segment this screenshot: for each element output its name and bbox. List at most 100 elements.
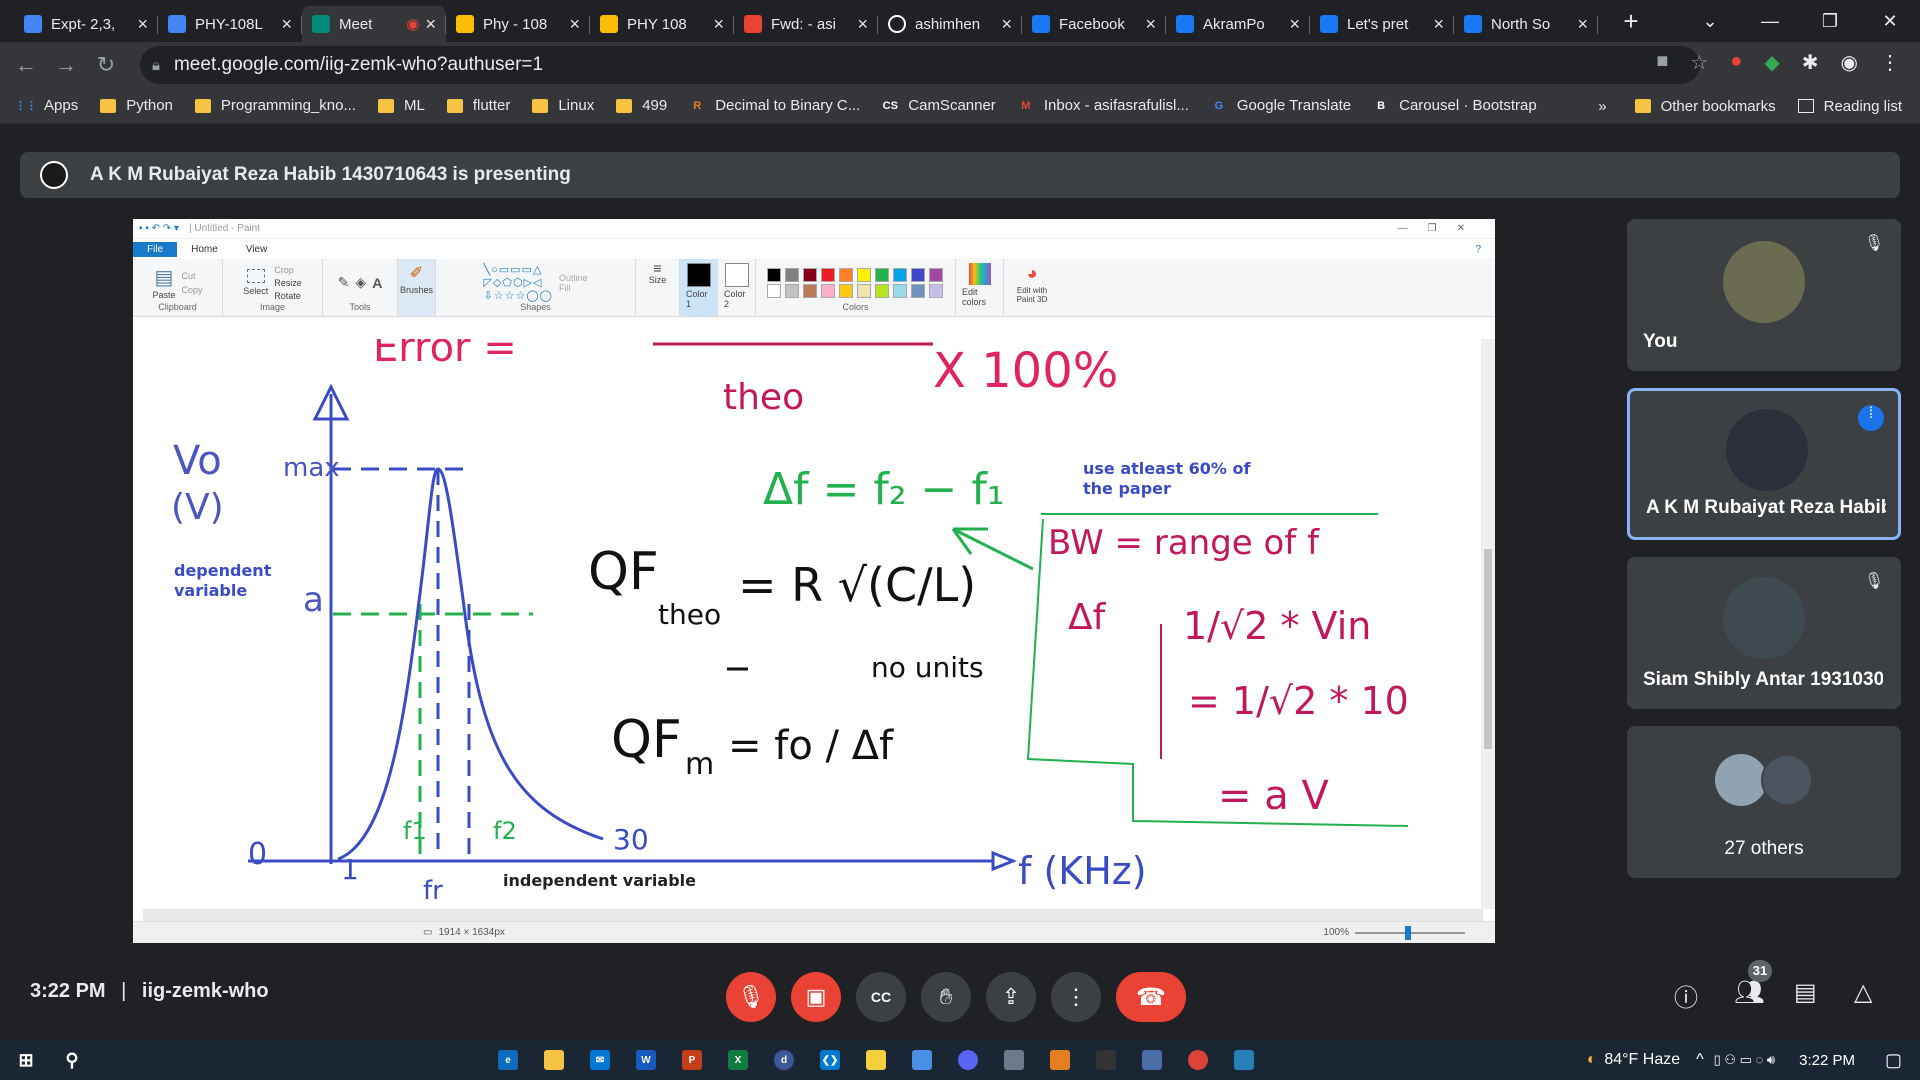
forward-button[interactable]: →	[46, 52, 86, 78]
bookmark-inbox-asifasrafulisl[interactable]: M Inbox - asifasrafulisl...	[1018, 97, 1189, 114]
close-tab-icon[interactable]: ×	[569, 14, 580, 35]
tab-meet[interactable]: Meet ◉ ×	[302, 6, 446, 42]
palette-swatch[interactable]	[766, 283, 781, 298]
close-tab-icon[interactable]: ×	[425, 14, 436, 35]
raise-hand-button[interactable]: ✋︎	[921, 972, 971, 1022]
tab-akrampo[interactable]: AkramPo ×	[1166, 6, 1310, 42]
discord-icon[interactable]	[958, 1050, 978, 1070]
text-icon[interactable]: A	[372, 275, 382, 291]
puzzle-icon[interactable]: ✱	[1802, 50, 1819, 75]
outline-button[interactable]: Outline	[559, 273, 588, 283]
weather-text[interactable]: 84°F Haze	[1604, 1051, 1680, 1069]
palette-swatch[interactable]	[928, 267, 943, 282]
tab-fwd-asi[interactable]: Fwd: - asi ×	[734, 6, 878, 42]
back-button[interactable]: ←	[6, 52, 46, 78]
paint-tab-file[interactable]: File	[133, 241, 178, 257]
menu-icon[interactable]: ⋮	[1880, 50, 1900, 75]
pencil-icon[interactable]: ✎	[338, 274, 350, 291]
close-tab-icon[interactable]: ×	[1433, 14, 1444, 35]
sticky-notes-icon[interactable]	[866, 1050, 886, 1070]
avatar[interactable]: ◉	[1841, 50, 1858, 75]
rotate-button[interactable]: Rotate	[274, 291, 302, 301]
palette-swatch[interactable]	[856, 283, 871, 298]
bookmark-apps[interactable]: ⋮⋮ Apps	[15, 97, 78, 114]
help-icon[interactable]: ?	[1461, 242, 1495, 257]
palette-swatch[interactable]	[802, 283, 817, 298]
palette-swatch[interactable]	[820, 283, 835, 298]
camera-toggle-button[interactable]: ▣	[791, 972, 841, 1022]
bookmark-linux[interactable]: Linux	[532, 97, 594, 114]
bookmark-decimal-to-binary-c[interactable]: R Decimal to Binary C...	[689, 97, 860, 114]
tab-phy-108[interactable]: PHY 108 ×	[590, 6, 734, 42]
app-icon[interactable]	[1004, 1050, 1024, 1070]
participant-tile-siam[interactable]: 🎙︎ Siam Shibly Antar 19310300...	[1627, 557, 1901, 709]
new-tab-button[interactable]: +	[1616, 6, 1646, 37]
participant-tile-others[interactable]: 27 others	[1627, 726, 1901, 878]
paint-canvas[interactable]: Error = theo X 100% Vo (V) dependent var…	[133, 325, 1495, 909]
participant-tile-presenter[interactable]: ⁞ A K M Rubaiyat Reza Habib ...	[1627, 388, 1901, 540]
tab-let-s-pret[interactable]: Let's pret ×	[1310, 6, 1454, 42]
end-call-button[interactable]: ☎︎	[1116, 972, 1186, 1022]
paint-tab-home[interactable]: Home	[177, 242, 232, 257]
palette-swatch[interactable]	[856, 267, 871, 282]
present-button[interactable]: ⇪	[986, 972, 1036, 1022]
activities-button[interactable]: △	[1854, 978, 1872, 1007]
mic-toggle-button[interactable]: 🎙︎	[726, 972, 776, 1022]
security-icon[interactable]	[1142, 1050, 1162, 1070]
palette-swatch[interactable]	[892, 283, 907, 298]
color1-button[interactable]: Color 1	[680, 259, 718, 316]
search-icon[interactable]: ⚲	[62, 1050, 82, 1070]
palette-swatch[interactable]	[892, 267, 907, 282]
zoom-slider[interactable]	[1355, 925, 1465, 940]
close-tab-icon[interactable]: ×	[137, 14, 148, 35]
crop-button[interactable]: Crop	[274, 265, 302, 275]
restore-button[interactable]: ❐	[1800, 11, 1860, 32]
close-window-button[interactable]: ✕	[1860, 11, 1920, 32]
paste-button[interactable]: ▤ Paste	[152, 265, 175, 300]
color2-button[interactable]: Color 2	[718, 259, 756, 316]
app-icon[interactable]: d	[774, 1050, 794, 1070]
powerpoint-icon[interactable]: P	[682, 1050, 702, 1070]
close-tab-icon[interactable]: ×	[1145, 14, 1156, 35]
windows-start-icon[interactable]: ⊞	[16, 1050, 36, 1070]
extension-green-icon[interactable]: ◆	[1764, 50, 1779, 75]
chat-button[interactable]: ▤	[1794, 978, 1817, 1007]
star-icon[interactable]: ☆	[1690, 50, 1708, 75]
tab-phy-108[interactable]: Phy - 108 ×	[446, 6, 590, 42]
close-tab-icon[interactable]: ×	[1289, 14, 1300, 35]
chrome-icon[interactable]	[1188, 1050, 1208, 1070]
close-tab-icon[interactable]: ×	[1001, 14, 1012, 35]
palette-swatch[interactable]	[838, 283, 853, 298]
palette-swatch[interactable]	[838, 267, 853, 282]
reload-button[interactable]: ↻	[86, 52, 126, 78]
close-tab-icon[interactable]: ×	[857, 14, 868, 35]
taskbar-clock[interactable]: 3:22 PM	[1799, 1052, 1855, 1069]
more-options-button[interactable]: ⋮	[1051, 972, 1101, 1022]
bookmark-499[interactable]: 499	[616, 97, 667, 114]
participant-tile-you[interactable]: 🎙︎ You	[1627, 219, 1901, 371]
bookmark-carousel-bootstrap[interactable]: B Carousel · Bootstrap	[1373, 97, 1537, 114]
file-explorer-icon[interactable]	[544, 1050, 564, 1070]
palette-swatch[interactable]	[784, 267, 799, 282]
palette-swatch[interactable]	[820, 267, 835, 282]
cut-button[interactable]: Cut	[182, 271, 203, 281]
copy-button[interactable]: Copy	[182, 285, 203, 295]
app-icon[interactable]	[1050, 1050, 1070, 1070]
tab-ashimhen[interactable]: ashimhen ×	[878, 6, 1022, 42]
other-bookmarks[interactable]: Other bookmarks	[1634, 98, 1776, 115]
meeting-details-button[interactable]: ⓘ	[1674, 978, 1698, 1013]
profile-dropdown-icon[interactable]: ⌄	[1680, 11, 1740, 32]
bookmark-python[interactable]: Python	[100, 97, 173, 114]
minimize-button[interactable]: —	[1740, 11, 1800, 32]
bookmark-programming-kno[interactable]: Programming_kno...	[194, 97, 356, 114]
vscode-icon[interactable]: ❮❯	[820, 1050, 840, 1070]
paint-vertical-scrollbar[interactable]	[1481, 339, 1495, 909]
palette-swatch[interactable]	[874, 267, 889, 282]
terminal-icon[interactable]	[1096, 1050, 1116, 1070]
paint-tab-view[interactable]: View	[232, 242, 282, 257]
palette-swatch[interactable]	[784, 283, 799, 298]
word-icon[interactable]: W	[636, 1050, 656, 1070]
resize-button[interactable]: Resize	[274, 278, 302, 288]
address-bar[interactable]: 🔒︎ meet.google.com/iig-zemk-who?authuser…	[140, 46, 1700, 84]
tray-chevron-icon[interactable]: ^	[1696, 1051, 1704, 1069]
